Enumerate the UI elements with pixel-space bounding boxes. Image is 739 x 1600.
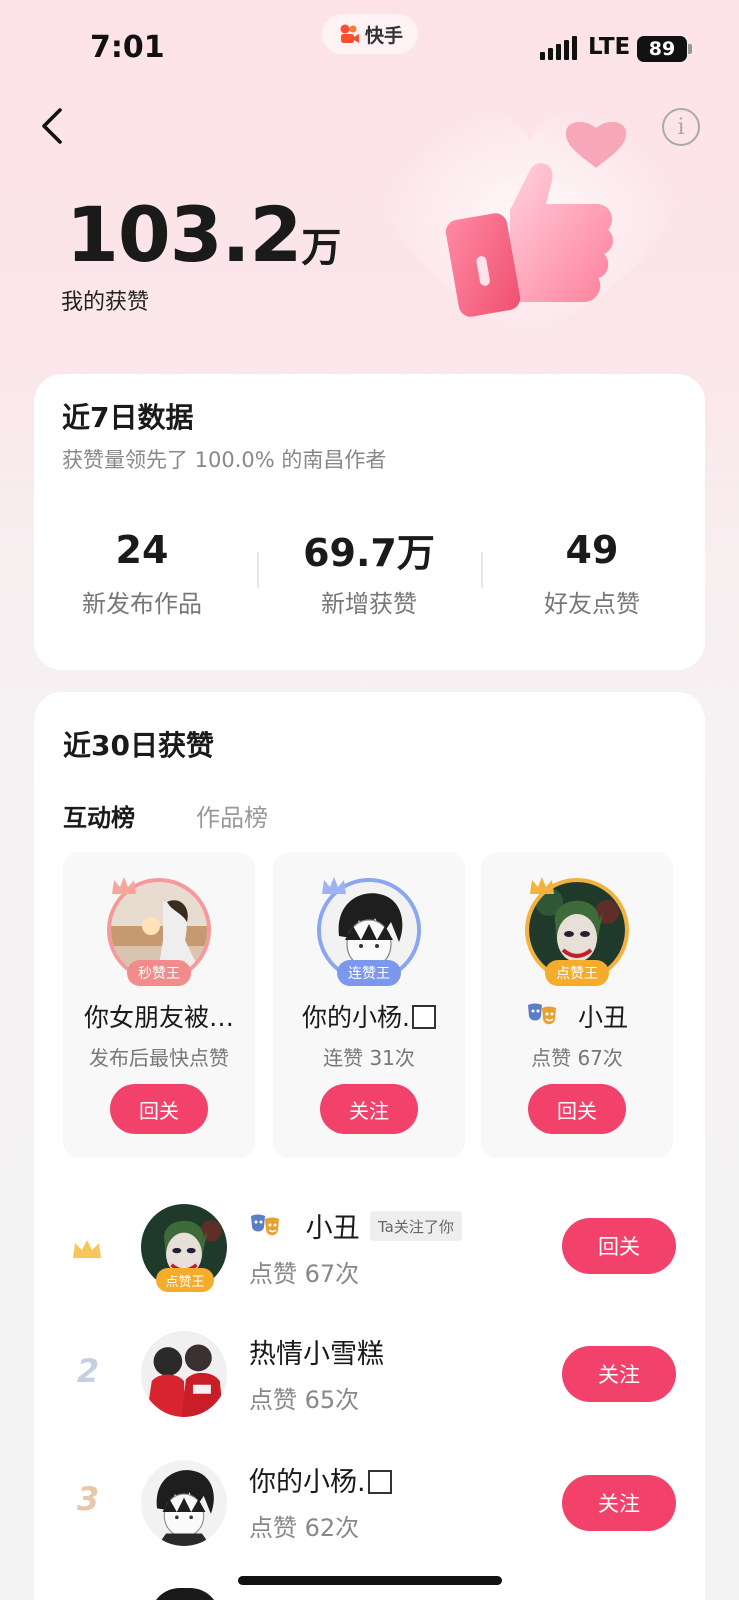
total-likes: 103.2万 [66, 190, 341, 279]
rank-number: 2 [76, 1352, 100, 1390]
list-item-count: 点赞 65次 [249, 1386, 360, 1414]
thirty-day-title: 近30日获赞 [63, 729, 214, 762]
avatar-image [141, 1460, 227, 1546]
avatar[interactable] [141, 1460, 227, 1546]
app-indicator: 快手 [322, 14, 418, 54]
list-item-name-text: 你的小杨. [249, 1467, 366, 1498]
list-item-name: 小丑 [249, 1206, 360, 1245]
seven-day-title: 近7日数据 [62, 401, 194, 434]
badge: 秒赞王 [127, 960, 191, 986]
seven-day-card: 近7日数据 获赞量领先了 100.0% 的南昌作者 24 新发布作品 69.7万… [34, 374, 705, 670]
top3-desc: 点赞 67次 [531, 1046, 623, 1070]
stat-divider [257, 552, 259, 588]
back-button[interactable] [34, 104, 74, 148]
top3-name-text: 你的小杨. [302, 1003, 410, 1032]
battery-icon: 89 [637, 36, 687, 62]
stat-divider [481, 552, 483, 588]
list-item-name-text: 小丑 [305, 1213, 360, 1244]
top3-card[interactable]: 连赞王 你的小杨. 连赞 31次 关注 [273, 852, 465, 1158]
list-item-count: 点赞 62次 [249, 1514, 360, 1542]
list-item-name: 热情小雪糕 [249, 1339, 384, 1370]
follow-button[interactable]: 关注 [320, 1084, 418, 1134]
tab-interaction-rank[interactable]: 互动榜 [63, 798, 135, 833]
top3-desc: 发布后最快点赞 [89, 1046, 229, 1070]
total-likes-label: 我的获赞 [61, 290, 150, 315]
chevron-left-icon [42, 108, 62, 144]
stat-label: 好友点赞 [544, 590, 640, 618]
top3-name: 你的小杨. [273, 998, 465, 1034]
thumbs-up-illustration-icon [380, 98, 680, 340]
list-item-count: 点赞 67次 [249, 1260, 360, 1288]
kuaishou-logo-icon [340, 24, 359, 43]
unknown-glyph-icon [367, 1470, 392, 1494]
follow-back-button[interactable]: 回关 [562, 1218, 676, 1274]
stat-label: 新发布作品 [82, 590, 202, 618]
avatar-image [141, 1331, 227, 1417]
stat-value: 24 [115, 528, 169, 572]
badge: 点赞王 [545, 960, 609, 986]
crown-icon [73, 1240, 101, 1258]
status-time: 7:01 [90, 30, 165, 65]
theater-masks-icon [251, 1214, 279, 1236]
list-item-name: 你的小杨. [249, 1460, 392, 1499]
app-name: 快手 [364, 24, 403, 47]
tab-works-rank[interactable]: 作品榜 [196, 798, 268, 833]
home-indicator[interactable] [238, 1576, 502, 1585]
badge: 点赞王 [156, 1268, 214, 1292]
total-likes-value: 103.2 [66, 190, 302, 279]
follow-button[interactable]: 关注 [562, 1475, 676, 1531]
stat-value: 49 [565, 528, 619, 572]
crown-icon [322, 877, 346, 894]
top3-name: 你女朋友被… [83, 1003, 234, 1032]
follows-you-tag: Ta关注了你 [370, 1211, 462, 1241]
top3-card[interactable]: 点赞王 小丑 点赞 67次 回关 [481, 852, 673, 1158]
top3-card[interactable]: 秒赞王 你女朋友被… 发布后最快点赞 回关 [63, 852, 255, 1158]
follow-button[interactable]: 关注 [562, 1346, 676, 1402]
signal-icon [540, 36, 577, 60]
stat-label: 新增获赞 [321, 590, 417, 618]
total-likes-unit: 万 [301, 225, 341, 271]
seven-day-subtitle: 获赞量领先了 100.0% 的南昌作者 [62, 448, 387, 472]
rank-number: 3 [76, 1480, 100, 1518]
follow-back-button[interactable]: 回关 [110, 1084, 208, 1134]
badge: 连赞王 [337, 960, 401, 986]
theater-masks-icon [528, 1003, 557, 1025]
crown-icon [530, 877, 554, 894]
avatar[interactable] [141, 1331, 227, 1417]
top3-name-text: 小丑 [577, 1003, 628, 1032]
network-label: LTE [588, 34, 631, 60]
stat-value: 69.7万 [303, 531, 435, 575]
unknown-glyph-icon [411, 1005, 436, 1029]
top3-name: 小丑 [481, 998, 673, 1034]
follow-back-button[interactable]: 回关 [528, 1084, 626, 1134]
top3-desc: 连赞 31次 [323, 1046, 415, 1070]
crown-icon [112, 877, 136, 894]
battery-tip [688, 44, 692, 54]
